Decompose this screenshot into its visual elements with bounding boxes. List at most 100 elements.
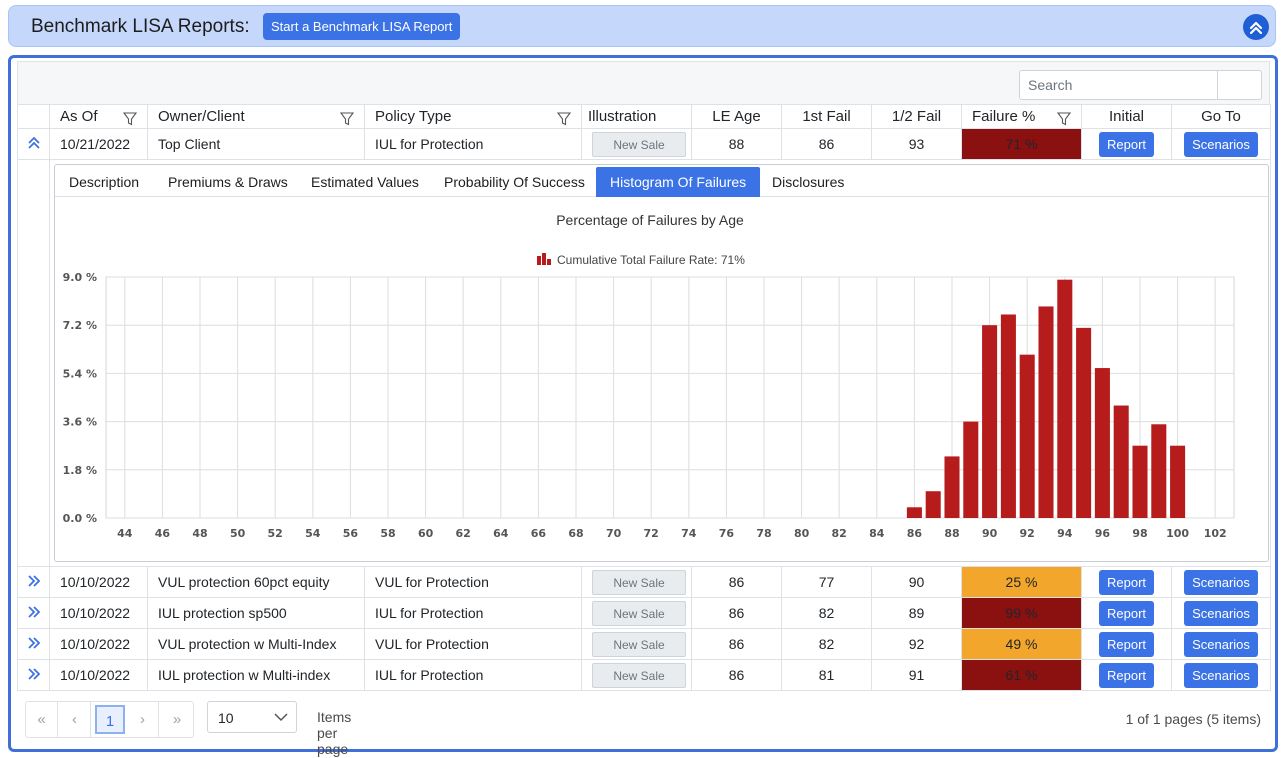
report-button[interactable]: Report [1098, 131, 1155, 157]
filter-icon[interactable] [1057, 111, 1071, 126]
filter-icon[interactable] [123, 111, 137, 126]
collapse-row-button[interactable] [17, 128, 50, 160]
first-fail-cell: 86 [781, 128, 872, 160]
reports-header: Benchmark LISA Reports: Start a Benchmar… [8, 5, 1276, 47]
table-row: 10/10/2022 VUL protection 60pct equity V… [17, 566, 1271, 598]
column-header-illustration[interactable]: Illustration [581, 104, 692, 129]
tab-histogram-of-failures[interactable]: Histogram Of Failures [596, 167, 761, 197]
go-to-cell: Scenarios [1171, 628, 1271, 660]
detail-tabs: Description Premiums & Draws Estimated V… [55, 165, 1268, 197]
tab-disclosures[interactable]: Disclosures [758, 167, 858, 197]
policy-type-cell: IUL for Protection [364, 128, 582, 160]
x-tick-label: 66 [531, 527, 547, 540]
double-chevron-right-icon [27, 574, 40, 587]
column-header-failure-pct[interactable]: Failure % [961, 104, 1082, 129]
failure-pct-cell: 99 % [961, 597, 1082, 629]
y-tick-label: 0.0 % [63, 512, 97, 525]
scenarios-button[interactable]: Scenarios [1184, 569, 1258, 595]
histogram-bar[interactable] [963, 421, 979, 518]
scenarios-button[interactable]: Scenarios [1184, 131, 1258, 157]
histogram-bar[interactable] [1076, 327, 1092, 518]
column-header-half-fail[interactable]: 1/2 Fail [871, 104, 962, 129]
expand-row-button[interactable] [17, 597, 50, 629]
le-age-cell: 86 [691, 628, 782, 660]
first-fail-cell: 77 [781, 566, 872, 598]
detail-spacer [17, 159, 50, 567]
collapse-header-button[interactable] [1243, 14, 1269, 40]
report-button[interactable]: Report [1098, 569, 1155, 595]
chart-legend: Cumulative Total Failure Rate: 71% [557, 253, 745, 267]
y-tick-label: 7.2 % [63, 319, 97, 332]
histogram-bar[interactable] [1000, 314, 1016, 518]
last-page-button[interactable]: » [161, 702, 193, 737]
column-header-first-fail[interactable]: 1st Fail [781, 104, 872, 129]
illustration-cell: New Sale [581, 597, 692, 629]
histogram-bar[interactable] [944, 456, 960, 518]
histogram-bar[interactable] [1151, 424, 1167, 518]
start-report-button[interactable]: Start a Benchmark LISA Report [263, 13, 461, 40]
page-1-button[interactable]: 1 [95, 705, 125, 734]
scenarios-button[interactable]: Scenarios [1184, 631, 1258, 657]
prev-page-button[interactable]: ‹ [59, 702, 91, 737]
x-tick-label: 90 [982, 527, 998, 540]
expand-row-button[interactable] [17, 628, 50, 660]
tab-probability-of-success[interactable]: Probability Of Success [430, 167, 599, 197]
detail-panel: Description Premiums & Draws Estimated V… [54, 164, 1269, 562]
histogram-bar[interactable] [1057, 279, 1073, 518]
policy-type-cell: VUL for Protection [364, 566, 582, 598]
report-button[interactable]: Report [1098, 600, 1155, 626]
page-size-value: 10 [218, 710, 234, 726]
tab-description[interactable]: Description [55, 167, 153, 197]
histogram-bar[interactable] [1094, 368, 1110, 518]
grid-toolbar [17, 61, 1270, 104]
scenarios-button[interactable]: Scenarios [1184, 662, 1258, 688]
tab-premiums-draws[interactable]: Premiums & Draws [154, 167, 302, 197]
scenarios-button[interactable]: Scenarios [1184, 600, 1258, 626]
expand-row-button[interactable] [17, 566, 50, 598]
x-tick-label: 88 [944, 527, 959, 540]
histogram-bar[interactable] [1019, 354, 1035, 518]
histogram-bar[interactable] [1170, 445, 1186, 518]
failures-histogram-chart: Percentage of Failures by Age Cumulative… [63, 212, 1235, 540]
x-tick-label: 48 [192, 527, 207, 540]
histogram-bar[interactable] [925, 491, 941, 518]
next-page-button[interactable]: › [127, 702, 159, 737]
filter-icon[interactable] [340, 111, 354, 126]
as-of-cell: 10/21/2022 [49, 128, 148, 160]
go-to-cell: Scenarios [1171, 128, 1271, 160]
first-page-button[interactable]: « [26, 702, 58, 737]
x-tick-label: 82 [832, 527, 847, 540]
x-tick-label: 44 [117, 527, 133, 540]
column-header-as-of[interactable]: As Of [49, 104, 148, 129]
column-header-policy-type[interactable]: Policy Type [364, 104, 582, 129]
x-tick-label: 52 [268, 527, 283, 540]
page-buttons: « ‹ 1 › » [25, 701, 194, 738]
page-size-select[interactable]: 10 [207, 701, 297, 733]
legend-icon-bar2 [542, 253, 546, 265]
chevron-down-icon [274, 713, 288, 722]
x-tick-label: 86 [907, 527, 923, 540]
x-tick-label: 64 [493, 527, 509, 540]
search-input[interactable] [1020, 71, 1218, 99]
legend-icon-bar3 [547, 259, 551, 265]
histogram-bar[interactable] [1113, 405, 1129, 518]
report-button[interactable]: Report [1098, 662, 1155, 688]
x-tick-label: 50 [230, 527, 246, 540]
half-fail-cell: 89 [871, 597, 962, 629]
histogram-bar[interactable] [1038, 306, 1054, 518]
column-header-initial[interactable]: Initial [1081, 104, 1172, 129]
expand-row-button[interactable] [17, 659, 50, 691]
histogram-bar[interactable] [1132, 445, 1148, 518]
column-header-le-age[interactable]: LE Age [691, 104, 782, 129]
histogram-bar[interactable] [982, 325, 998, 518]
filter-icon[interactable] [557, 111, 571, 126]
double-chevron-up-icon [1249, 21, 1263, 35]
x-tick-label: 78 [756, 527, 771, 540]
tab-estimated-values[interactable]: Estimated Values [297, 167, 433, 197]
column-header-go-to[interactable]: Go To [1171, 104, 1271, 129]
histogram-bar[interactable] [906, 507, 922, 518]
report-button[interactable]: Report [1098, 631, 1155, 657]
failure-pct-cell: 49 % [961, 628, 1082, 660]
column-header-owner[interactable]: Owner/Client [147, 104, 365, 129]
table-row: 10/10/2022 IUL protection sp500 IUL for … [17, 597, 1271, 629]
